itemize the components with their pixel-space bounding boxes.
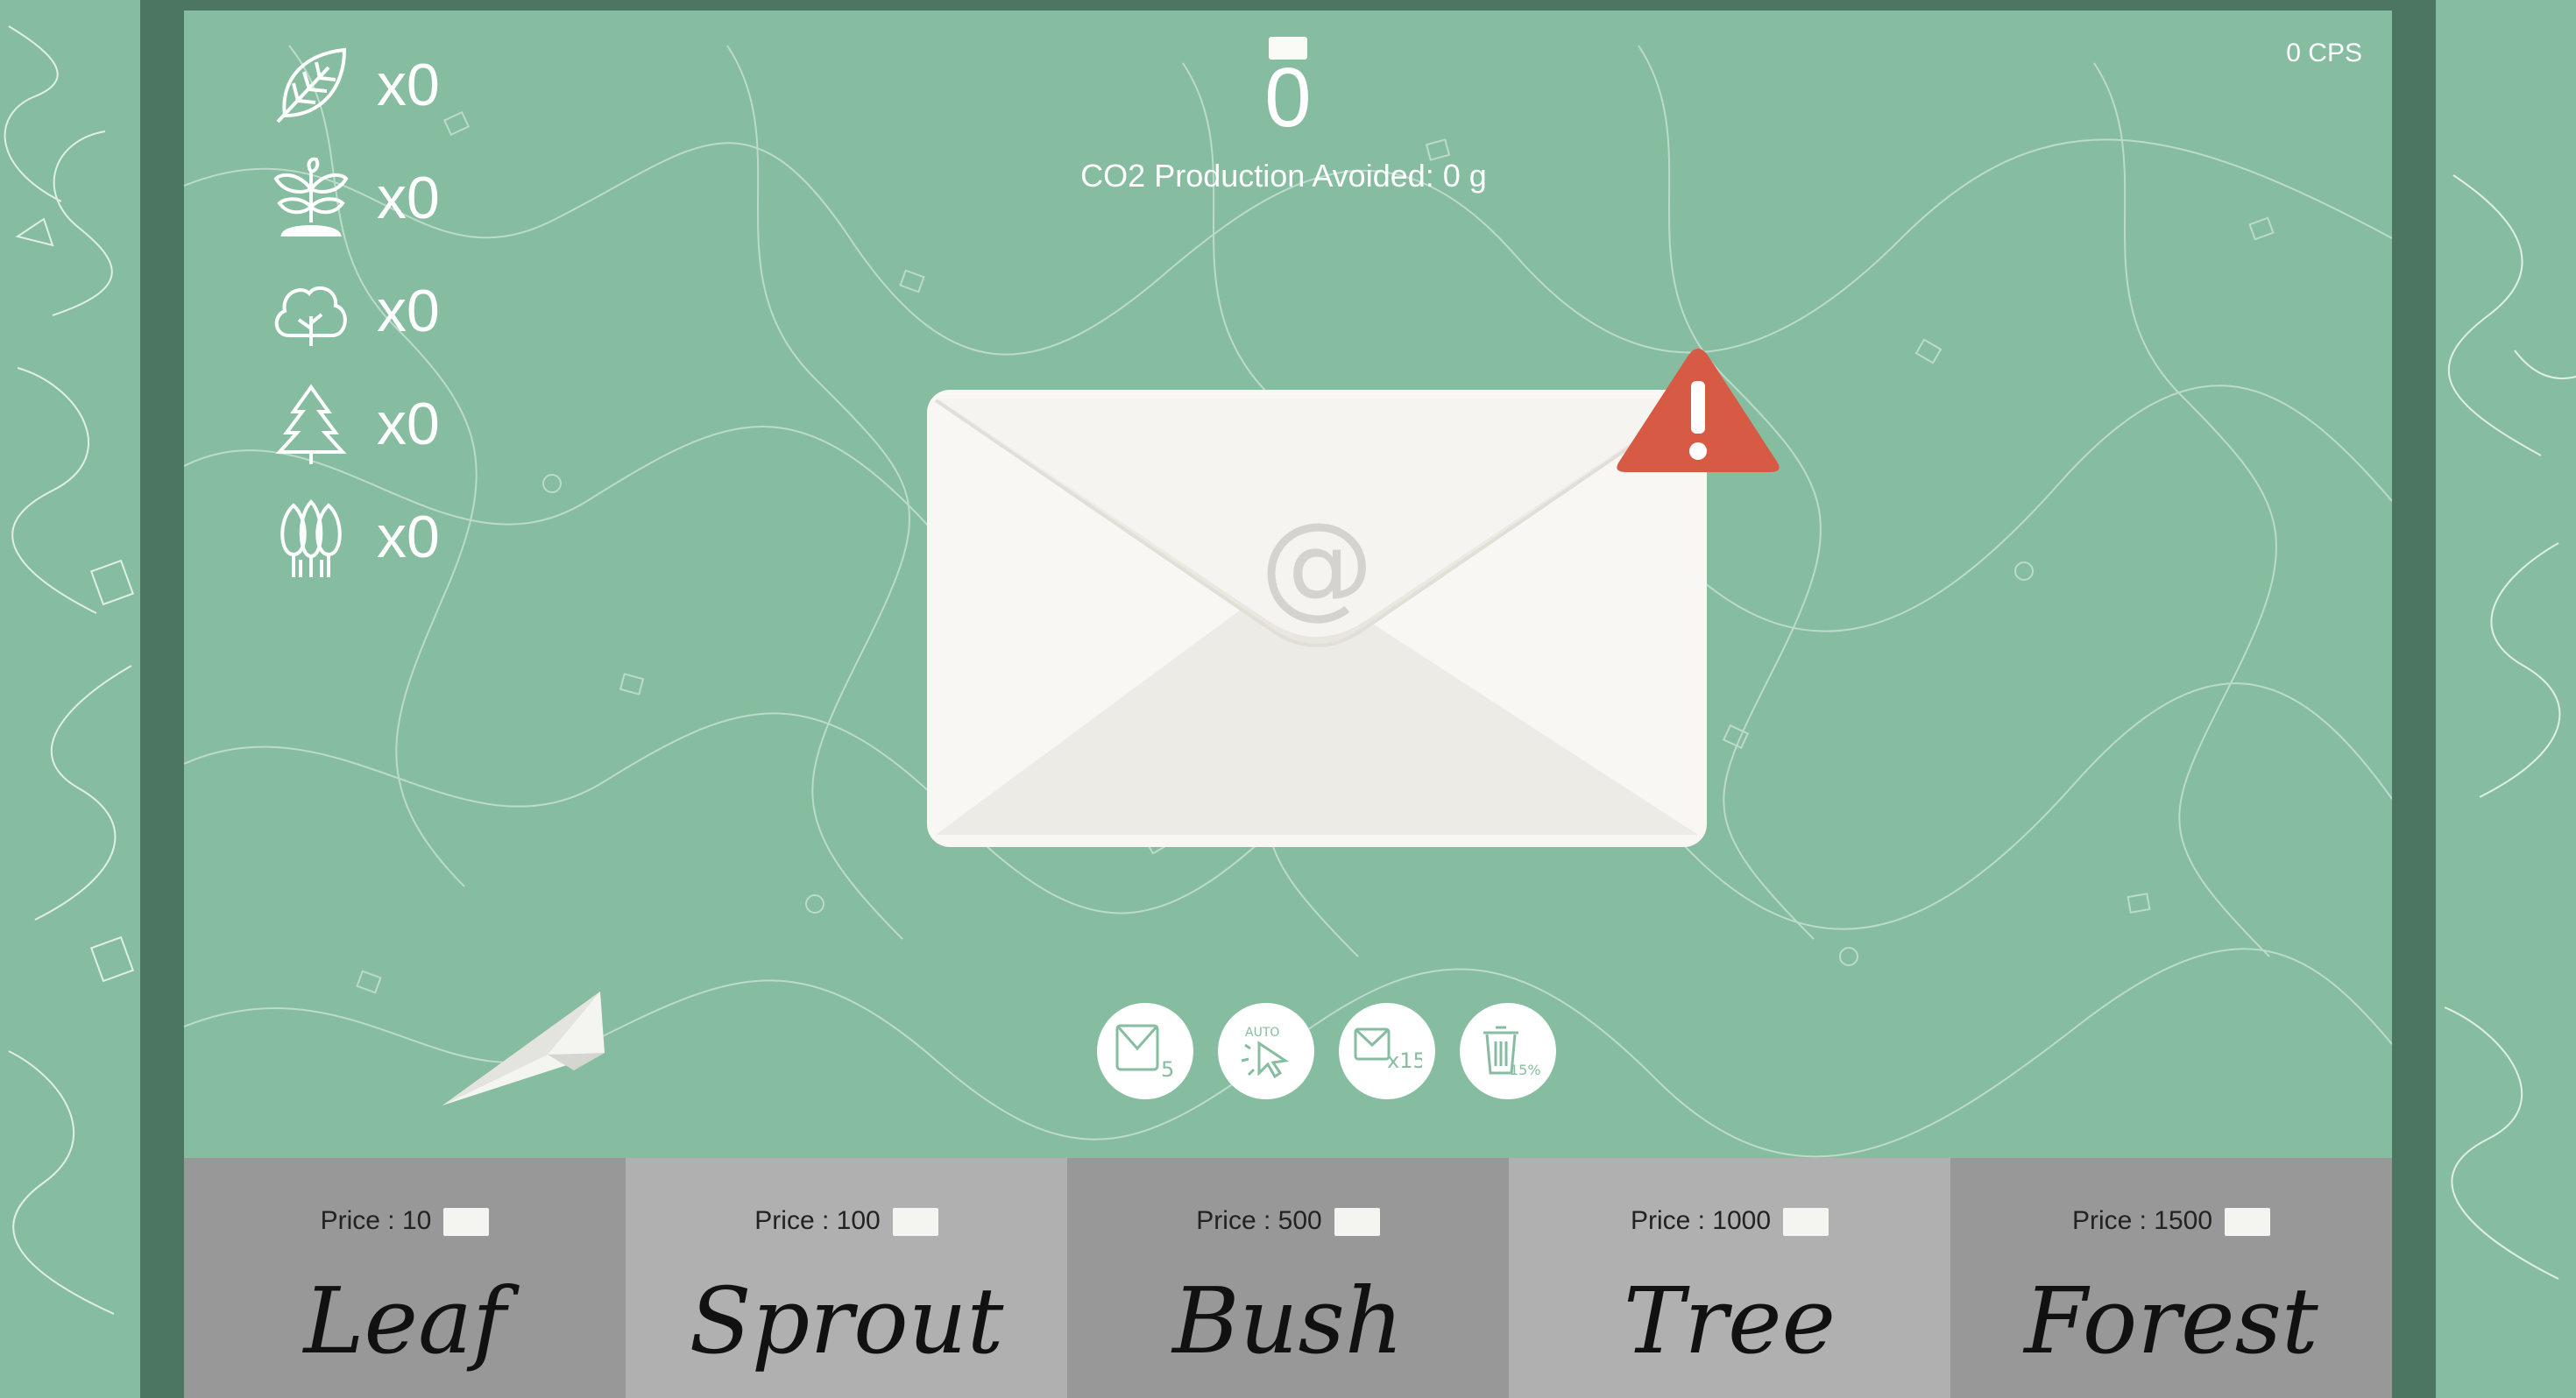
price-label: Price : 1500 xyxy=(1950,1206,2392,1237)
envelope-icon xyxy=(443,1208,490,1237)
mail-x5-icon: 5 xyxy=(1112,1019,1178,1084)
auto-click-icon: AUTO xyxy=(1233,1019,1299,1084)
shop-item-name: Forest xyxy=(2024,1267,2318,1374)
inventory-panel: x0 x0 x0 x0 x0 xyxy=(263,28,543,593)
play-area: x0 x0 x0 x0 x0 0 CO2 Production Avoided:… xyxy=(184,11,2392,1158)
shop-item-name: Tree xyxy=(1623,1267,1836,1374)
svg-text:15%: 15% xyxy=(1510,1062,1541,1078)
clicks-per-second: 0 CPS xyxy=(2286,39,2362,67)
inventory-tree: x0 xyxy=(263,367,543,480)
forest-icon xyxy=(263,489,359,585)
bush-count: x0 xyxy=(377,277,440,344)
paper-plane-icon xyxy=(442,992,605,1105)
price-label: Price : 1000 xyxy=(1509,1206,1950,1237)
inventory-forest: x0 xyxy=(263,480,543,593)
shop-item-forest[interactable]: Price : 1500 Forest xyxy=(1950,1158,2392,1398)
shop-item-leaf[interactable]: Price : 10 Leaf xyxy=(184,1158,626,1398)
envelope-icon xyxy=(2225,1208,2271,1237)
envelope-icon xyxy=(1334,1208,1380,1237)
shop-item-name: Sprout xyxy=(689,1267,1004,1374)
game-frame: x0 x0 x0 x0 x0 0 CO2 Production Avoided:… xyxy=(140,0,2436,1398)
sprout-count: x0 xyxy=(377,164,440,231)
co2-avoided: CO2 Production Avoided: 0 g xyxy=(1025,158,1551,194)
svg-text:x15: x15 xyxy=(1387,1048,1422,1073)
envelope-icon xyxy=(892,1208,938,1237)
shop-item-name: Bush xyxy=(1172,1267,1404,1374)
powerup-trash-15-button[interactable]: 15% xyxy=(1460,1003,1556,1099)
powerup-mail-x5-button[interactable]: 5 xyxy=(1097,1003,1193,1099)
tree-count: x0 xyxy=(377,390,440,457)
inventory-sprout: x0 xyxy=(263,141,543,254)
co2-value: 0 g xyxy=(1442,158,1487,194)
inventory-leaf: x0 xyxy=(263,28,543,141)
powerup-bar: 5 AUTO x15 15% xyxy=(1097,1003,1588,1152)
envelope-icon xyxy=(1783,1208,1829,1237)
background-doodle-right xyxy=(2444,174,2576,1280)
svg-text:AUTO: AUTO xyxy=(1245,1026,1279,1040)
sprout-icon xyxy=(263,150,359,246)
powerup-auto-click-button[interactable]: AUTO xyxy=(1218,1003,1314,1099)
main-envelope-button[interactable]: @ xyxy=(883,339,1865,856)
mail-counter: 0 CO2 Production Avoided: 0 g xyxy=(1025,37,1551,194)
shop-item-tree[interactable]: Price : 1000 Tree xyxy=(1509,1158,1950,1398)
shop-bar: Price : 10 Leaf Price : 100 Sprout Price… xyxy=(184,1158,2392,1398)
background-doodle-left xyxy=(4,25,135,1315)
tree-icon xyxy=(263,376,359,472)
forest-count: x0 xyxy=(377,503,440,570)
at-symbol-icon: @ xyxy=(1260,498,1374,631)
shop-item-sprout[interactable]: Price : 100 Sprout xyxy=(626,1158,1067,1398)
mail-x15-icon: x15 xyxy=(1352,1019,1426,1084)
powerup-mail-x15-button[interactable]: x15 xyxy=(1339,1003,1435,1099)
leaf-count: x0 xyxy=(377,51,440,118)
co2-label: CO2 Production Avoided: xyxy=(1080,158,1434,194)
leaf-icon xyxy=(263,37,359,133)
inventory-bush: x0 xyxy=(263,254,543,367)
shop-item-bush[interactable]: Price : 500 Bush xyxy=(1067,1158,1509,1398)
trash-15-percent-icon: 15% xyxy=(1475,1019,1541,1084)
price-label: Price : 10 xyxy=(184,1206,626,1237)
price-label: Price : 500 xyxy=(1067,1206,1509,1237)
counter-value: 0 xyxy=(1264,51,1312,145)
shop-item-name: Leaf xyxy=(303,1267,506,1374)
price-label: Price : 100 xyxy=(626,1206,1067,1237)
bush-icon xyxy=(263,263,359,359)
svg-text:5: 5 xyxy=(1161,1057,1174,1080)
